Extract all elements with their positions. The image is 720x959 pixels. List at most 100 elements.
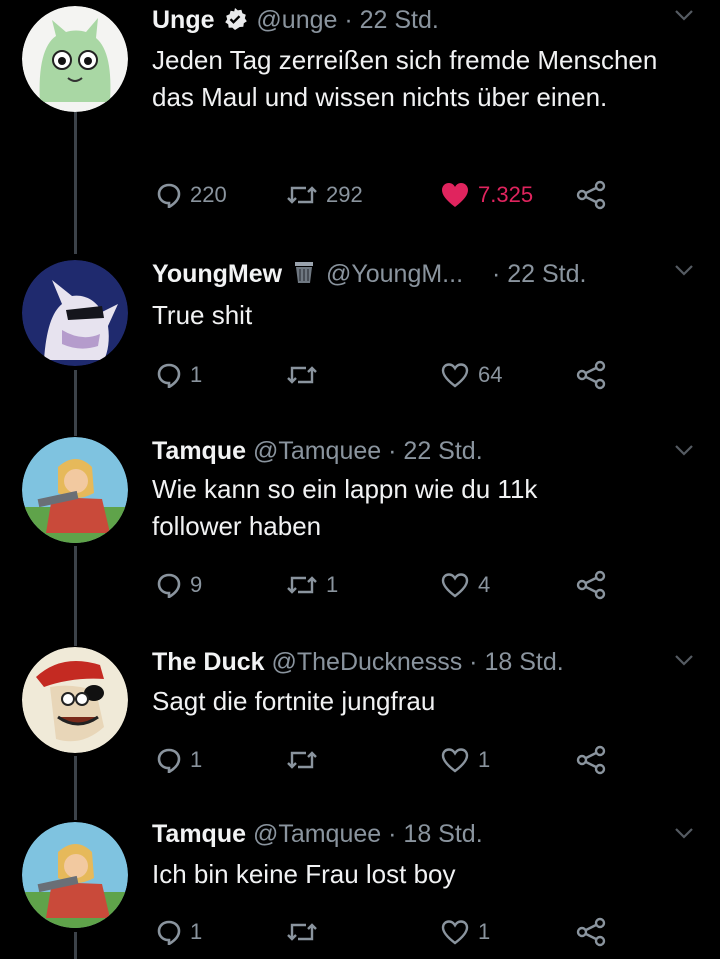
like-button[interactable]: 64 [440, 357, 502, 393]
display-name[interactable]: The Duck [152, 648, 265, 676]
avatar-fortnite-image [22, 437, 128, 543]
reply-count: 9 [190, 572, 203, 597]
timestamp[interactable]: · 22 Std. [492, 260, 587, 288]
retweet-button[interactable] [286, 914, 326, 950]
tweet[interactable]: Tamque @Tamquee · 22 Std. Wie kann so ei… [0, 435, 720, 635]
chevron-down-icon[interactable] [674, 443, 694, 457]
avatar[interactable] [22, 437, 128, 543]
tweet-header: Tamque @Tamquee · 18 Std. [152, 818, 483, 850]
handle[interactable]: @TheDucknesss [271, 648, 462, 676]
heart-filled-icon [442, 183, 468, 207]
handle[interactable]: @unge [256, 6, 337, 34]
like-count: 7.325 [478, 182, 534, 207]
reply-button[interactable]: 1 [156, 914, 202, 950]
tweet[interactable]: The Duck @TheDucknesss · 18 Std. Sagt di… [0, 645, 720, 805]
avatar-fortnite-image [22, 822, 128, 928]
retweet-button[interactable]: 292 [286, 177, 363, 213]
tweet[interactable]: Unge @unge · 22 Std. Jeden Tag zerreißen… [0, 0, 720, 240]
chevron-down-icon[interactable] [674, 263, 694, 277]
avatar[interactable] [22, 260, 128, 366]
retweet-icon [287, 576, 317, 594]
like-button[interactable]: 1 [440, 914, 490, 950]
display-name[interactable]: Unge [152, 6, 215, 34]
tweet-header: YoungMew @YoungM... · 22 Std. [152, 258, 586, 293]
like-count: 1 [478, 919, 491, 944]
reply-button[interactable]: 220 [156, 177, 227, 213]
retweet-count: 292 [326, 182, 363, 207]
tweet-text: Sagt die fortnite jungfrau [152, 686, 436, 716]
tweet[interactable]: Tamque @Tamquee · 18 Std. Ich bin keine … [0, 818, 720, 959]
tweet-actions: 220 292 7.325 [152, 177, 622, 213]
share-button[interactable] [576, 567, 606, 603]
retweet-icon [287, 751, 317, 769]
chevron-down-icon[interactable] [674, 653, 694, 667]
retweet-icon [287, 186, 317, 204]
heart-icon [441, 573, 469, 598]
reply-icon [157, 920, 181, 945]
retweet-button[interactable] [286, 357, 326, 393]
tweet-actions: 1 1 [152, 742, 622, 778]
display-name[interactable]: Tamque [152, 820, 246, 848]
handle[interactable]: @Tamquee [253, 437, 381, 465]
share-button[interactable] [576, 357, 606, 393]
share-icon [576, 360, 606, 390]
tweet-actions: 9 1 4 [152, 567, 622, 603]
tweet-header: The Duck @TheDucknesss · 18 Std. [152, 646, 564, 678]
handle[interactable]: @Tamquee [253, 820, 381, 848]
retweet-button[interactable]: 1 [286, 567, 338, 603]
tweet-header: Unge @unge · 22 Std. [152, 4, 439, 39]
reply-button[interactable]: 1 [156, 357, 202, 393]
reply-count: 1 [190, 362, 203, 387]
heart-icon [441, 363, 469, 388]
like-button[interactable]: 7.325 [440, 177, 533, 213]
reply-button[interactable]: 9 [156, 567, 202, 603]
reply-icon [157, 363, 181, 388]
chevron-down-icon[interactable] [674, 826, 694, 840]
reply-count: 1 [190, 919, 203, 944]
like-button[interactable]: 1 [440, 742, 490, 778]
like-count: 64 [478, 362, 503, 387]
tweet-header: Tamque @Tamquee · 22 Std. [152, 435, 483, 467]
reply-button[interactable]: 1 [156, 742, 202, 778]
like-button[interactable]: 4 [440, 567, 490, 603]
timestamp[interactable]: · 18 Std. [469, 648, 564, 676]
avatar-frog-image [22, 6, 128, 112]
like-count: 4 [478, 572, 491, 597]
timestamp[interactable]: · 22 Std. [344, 6, 439, 34]
heart-icon [441, 748, 469, 773]
like-count: 1 [478, 747, 491, 772]
avatar[interactable] [22, 6, 128, 112]
reply-icon [157, 573, 181, 598]
share-icon [576, 180, 606, 210]
share-button[interactable] [576, 177, 606, 213]
share-button[interactable] [576, 742, 606, 778]
share-icon [576, 917, 606, 947]
tweet[interactable]: YoungMew @YoungM... · 22 Std. True shit … [0, 255, 720, 415]
display-name[interactable]: YoungMew [152, 260, 282, 288]
reply-count: 220 [190, 182, 227, 207]
share-icon [576, 570, 606, 600]
share-button[interactable] [576, 914, 606, 950]
timestamp[interactable]: · 18 Std. [388, 820, 483, 848]
share-icon [576, 745, 606, 775]
handle[interactable]: @YoungM... [326, 260, 463, 288]
tweet-text: True shit [152, 300, 253, 330]
timestamp[interactable]: · 22 Std. [388, 437, 483, 465]
avatar[interactable] [22, 647, 128, 753]
verified-icon [223, 7, 248, 39]
retweet-icon [287, 923, 317, 941]
retweet-icon [287, 366, 317, 384]
tweet-actions: 1 64 [152, 357, 622, 393]
retweet-button[interactable] [286, 742, 326, 778]
trash-icon [291, 259, 317, 293]
avatar[interactable] [22, 822, 128, 928]
chevron-down-icon[interactable] [674, 8, 694, 22]
reply-icon [157, 183, 181, 208]
display-name[interactable]: Tamque [152, 437, 246, 465]
retweet-count: 1 [326, 572, 339, 597]
tweet-text: Ich bin keine Frau lost boy [152, 859, 456, 889]
reply-count: 1 [190, 747, 203, 772]
tweet-text: Jeden Tag zerreißen sich fremde Menschen… [152, 45, 658, 112]
heart-icon [441, 920, 469, 945]
reply-icon [157, 748, 181, 773]
